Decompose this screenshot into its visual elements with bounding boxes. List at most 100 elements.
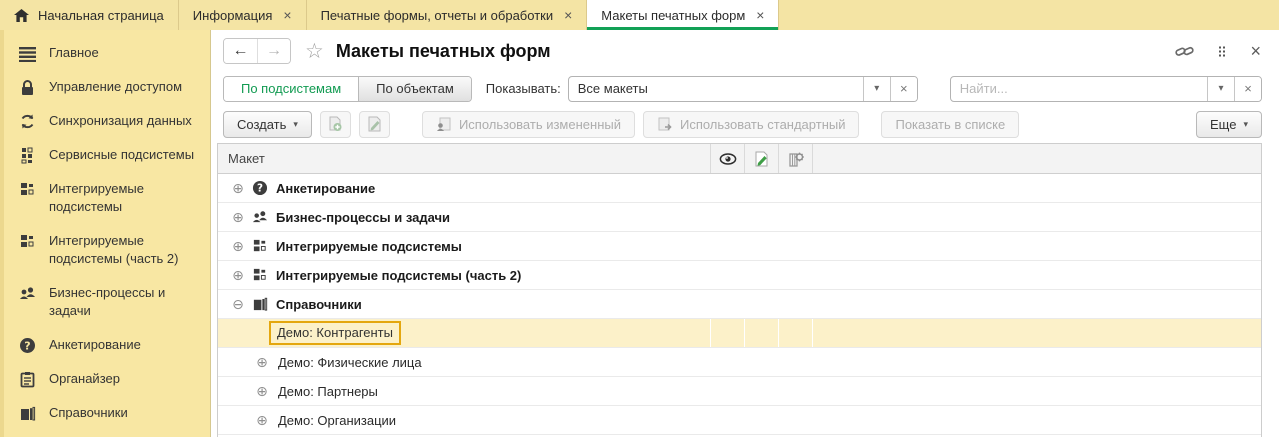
table-row-integrated-subsystems-2[interactable]: ⊕ Интегрируемые подсистемы (часть 2) xyxy=(218,261,1261,290)
expand-icon[interactable]: ⊕ xyxy=(230,180,246,197)
sidebar-item-label: Органайзер xyxy=(49,370,200,388)
command-bar: Создать ▾ Использовать измененный Исполь… xyxy=(211,105,1279,143)
books-icon xyxy=(252,296,268,312)
sidebar-item-main[interactable]: Главное xyxy=(0,36,210,70)
by-subsystems-button[interactable]: По подсистемам xyxy=(224,77,358,101)
get-link-icon[interactable] xyxy=(1175,44,1194,59)
menu-icon xyxy=(19,45,36,62)
sidebar-item-label: Бизнес-процессы и задачи xyxy=(49,284,200,320)
copy-icon xyxy=(328,116,343,132)
sidebar-item-label: Управление доступом xyxy=(49,78,200,96)
blocks-icon xyxy=(19,233,36,250)
close-icon[interactable]: × xyxy=(756,7,764,23)
sidebar-item-surveys[interactable]: ? Анкетирование xyxy=(0,328,210,362)
expand-icon[interactable]: ⊕ xyxy=(254,383,270,400)
search-input[interactable] xyxy=(951,81,1207,96)
table-row-business-processes[interactable]: ⊕ Бизнес-процессы и задачи xyxy=(218,203,1261,232)
forward-button[interactable]: → xyxy=(257,39,290,63)
edit-icon xyxy=(367,116,382,132)
table-row-catalogs[interactable]: ⊖ Справочники xyxy=(218,290,1261,319)
table-row-surveys[interactable]: ⊕ ? Анкетирование xyxy=(218,174,1261,203)
close-icon[interactable]: × xyxy=(283,7,291,23)
sidebar-item-organizer[interactable]: Органайзер xyxy=(0,362,210,396)
table-row-integrated-subsystems[interactable]: ⊕ Интегрируемые подсистемы xyxy=(218,232,1261,261)
expand-icon[interactable]: ⊕ xyxy=(230,267,246,284)
use-modified-button[interactable]: Использовать измененный xyxy=(422,111,635,138)
expand-icon[interactable]: ⊕ xyxy=(254,354,270,371)
chevron-down-icon: ▾ xyxy=(1243,119,1248,130)
favorite-star-icon[interactable]: ☆ xyxy=(305,39,324,64)
books-icon xyxy=(19,405,36,422)
chevron-down-icon: ▾ xyxy=(293,119,298,130)
sidebar-item-access-management[interactable]: Управление доступом xyxy=(0,70,210,104)
tab-information[interactable]: Информация × xyxy=(179,0,307,30)
page-title: Макеты печатных форм xyxy=(336,41,551,62)
sidebar-item-label: Интегрируемые подсистемы (часть 2) xyxy=(49,232,200,268)
close-form-icon[interactable]: × xyxy=(1250,41,1261,62)
show-in-list-button[interactable]: Показать в списке xyxy=(881,111,1019,138)
templates-tree-table: Макет ⊕ ? xyxy=(217,143,1262,437)
chevron-down-icon[interactable]: ▾ xyxy=(1207,77,1234,101)
standard-template-icon[interactable] xyxy=(779,144,813,173)
sidebar-item-integrated-subsystems-2[interactable]: Интегрируемые подсистемы (часть 2) xyxy=(0,224,210,276)
clipboard-icon xyxy=(19,371,36,388)
form-area: ← → ☆ Макеты печатных форм × По подсисте… xyxy=(210,30,1279,437)
sidebar-item-business-processes[interactable]: Бизнес-процессы и задачи xyxy=(0,276,210,328)
sidebar-item-data-sync[interactable]: Синхронизация данных xyxy=(0,104,210,138)
svg-text:?: ? xyxy=(24,339,30,352)
form-header: ← → ☆ Макеты печатных форм × xyxy=(211,30,1279,72)
expand-icon[interactable]: ⊕ xyxy=(230,209,246,226)
modified-template-icon[interactable] xyxy=(745,144,779,173)
show-filter-combobox[interactable]: Все макеты ▾ × xyxy=(568,76,918,102)
focused-cell[interactable]: Демо: Контрагенты xyxy=(269,321,401,345)
use-standard-icon xyxy=(657,117,673,132)
sidebar-item-label: Интегрируемые подсистемы xyxy=(49,180,200,216)
sidebar-item-label: Сервисные подсистемы xyxy=(49,146,200,164)
clear-icon[interactable]: × xyxy=(1234,77,1261,101)
eye-icon[interactable] xyxy=(711,144,745,173)
show-filter-value: Все макеты xyxy=(569,81,863,96)
search-box: ▾ × xyxy=(950,76,1262,102)
more-button[interactable]: Еще ▾ xyxy=(1196,111,1262,138)
use-standard-button[interactable]: Использовать стандартный xyxy=(643,111,860,138)
home-icon xyxy=(14,9,29,22)
sidebar-item-integrated-subsystems[interactable]: Интегрируемые подсистемы xyxy=(0,172,210,224)
sidebar-item-service-subsystems[interactable]: Сервисные подсистемы xyxy=(0,138,210,172)
view-toggle: По подсистемам По объектам xyxy=(223,76,472,102)
collapse-icon[interactable]: ⊖ xyxy=(230,296,246,313)
create-button[interactable]: Создать ▾ xyxy=(223,111,312,138)
tab-label: Информация xyxy=(193,8,273,23)
by-objects-button[interactable]: По объектам xyxy=(358,77,471,101)
copy-button[interactable] xyxy=(320,111,351,138)
tab-label: Начальная страница xyxy=(38,8,164,23)
clear-icon[interactable]: × xyxy=(890,77,917,101)
tab-bar: Начальная страница Информация × Печатные… xyxy=(0,0,1279,30)
people-icon xyxy=(19,285,36,302)
tab-print-form-templates[interactable]: Макеты печатных форм × xyxy=(587,0,779,30)
expand-icon[interactable]: ⊕ xyxy=(230,238,246,255)
app-window: Начальная страница Информация × Печатные… xyxy=(0,0,1279,437)
sidebar: Главное Управление доступом Синхронизаци… xyxy=(0,30,210,437)
blocks-icon xyxy=(252,267,268,283)
table-header: Макет xyxy=(218,144,1261,174)
chevron-down-icon[interactable]: ▾ xyxy=(863,77,890,101)
table-row-demo-partners[interactable]: ⊕ Демо: Партнеры xyxy=(218,377,1261,406)
blocks-icon xyxy=(19,181,36,198)
edit-button[interactable] xyxy=(359,111,390,138)
tab-print-forms[interactable]: Печатные формы, отчеты и обработки × xyxy=(307,0,588,30)
table-row-demo-counterparties[interactable]: Демо: Контрагенты xyxy=(218,319,1261,348)
close-icon[interactable]: × xyxy=(564,7,572,23)
dots-grid-icon xyxy=(19,147,36,164)
expand-icon[interactable]: ⊕ xyxy=(254,412,270,429)
table-row-demo-organizations[interactable]: ⊕ Демо: Организации xyxy=(218,406,1261,435)
sidebar-item-catalogs[interactable]: Справочники xyxy=(0,396,210,430)
back-button[interactable]: ← xyxy=(224,39,257,63)
use-modified-icon xyxy=(436,117,452,132)
more-menu-icon[interactable] xyxy=(1218,45,1226,58)
sync-icon xyxy=(19,113,36,130)
tab-home[interactable]: Начальная страница xyxy=(0,0,179,30)
svg-text:?: ? xyxy=(257,183,263,195)
history-nav: ← → xyxy=(223,38,291,64)
column-header-template[interactable]: Макет xyxy=(218,144,711,173)
table-row-demo-individuals[interactable]: ⊕ Демо: Физические лица xyxy=(218,348,1261,377)
